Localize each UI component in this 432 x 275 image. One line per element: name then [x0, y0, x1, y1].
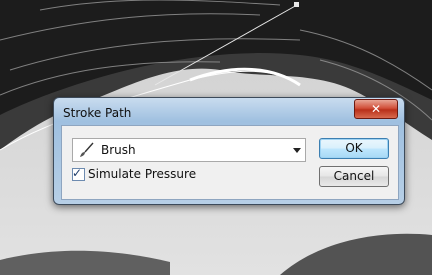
ok-button[interactable]: OK [319, 138, 389, 159]
chevron-down-icon[interactable] [293, 148, 301, 153]
simulate-pressure-checkbox[interactable]: ✓ [72, 166, 85, 181]
close-button[interactable]: ✕ [354, 99, 398, 119]
checkmark-icon: ✓ [72, 166, 83, 180]
dialog-titlebar[interactable]: Stroke Path ✕ [54, 98, 404, 124]
brush-icon [80, 142, 94, 157]
tool-select[interactable]: Brush [72, 138, 306, 162]
simulate-pressure-label[interactable]: Simulate Pressure [88, 167, 196, 181]
close-icon: ✕ [370, 102, 382, 116]
tool-select-value: Brush [101, 143, 136, 157]
dialog-body: Brush ✓ Simulate Pressure OK Cancel [61, 125, 399, 200]
dialog-title: Stroke Path [63, 106, 132, 120]
stroke-path-dialog: Stroke Path ✕ Brush ✓ Simulate Pressure … [53, 97, 405, 205]
cancel-button[interactable]: Cancel [319, 166, 389, 187]
